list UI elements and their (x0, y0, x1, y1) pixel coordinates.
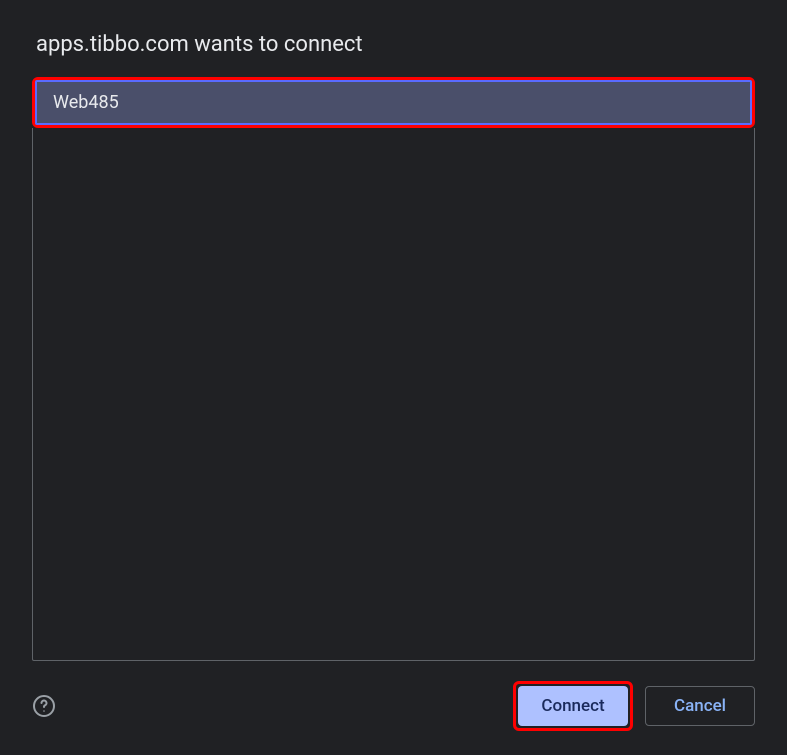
device-list-item[interactable]: Web485 (35, 80, 752, 125)
serial-port-permission-dialog: apps.tibbo.com wants to connect Web485 C… (0, 0, 787, 755)
button-row: Connect Cancel (513, 681, 755, 731)
dialog-footer: Connect Cancel (32, 681, 755, 731)
connect-button[interactable]: Connect (518, 686, 628, 726)
device-list-empty-area[interactable] (32, 128, 755, 661)
device-list-container: Web485 (32, 77, 755, 661)
highlight-annotation-connect: Connect (513, 681, 633, 731)
cancel-button[interactable]: Cancel (645, 686, 755, 726)
help-icon[interactable] (32, 694, 56, 718)
dialog-title: apps.tibbo.com wants to connect (36, 32, 755, 57)
highlight-annotation-device: Web485 (32, 77, 755, 128)
